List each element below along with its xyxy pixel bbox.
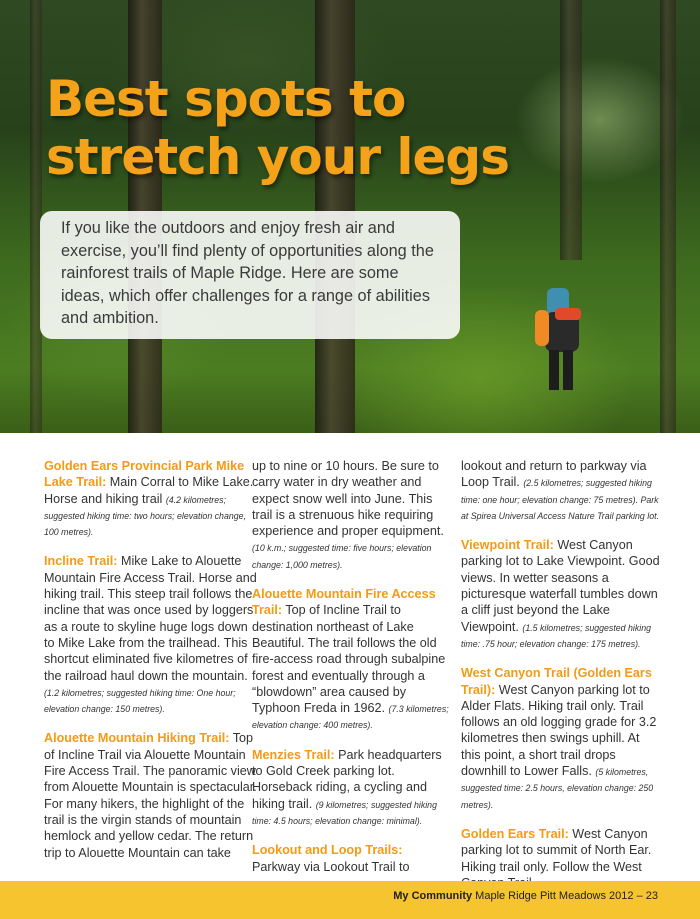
footer-publication: My Community	[393, 890, 473, 902]
trail-heading: Incline Trail:	[44, 554, 118, 569]
tree-trunk	[660, 0, 676, 433]
trail-description: Mike Lake to Alouette Mountain Fire Acce…	[44, 554, 257, 683]
trail-description: Top of Incline Trail via Alouette Mounta…	[44, 731, 257, 860]
trail-heading: Menzies Trail:	[252, 747, 335, 762]
trail-entry: lookout and return to parkway via Loop T…	[461, 458, 661, 523]
footer-page-info: Maple Ridge Pitt Meadows 2012 – 23	[472, 890, 658, 902]
trail-entry: Alouette Mountain Fire Access Trail: Top…	[252, 586, 452, 733]
hiker-illustration	[535, 288, 581, 390]
trail-entry: Alouette Mountain Hiking Trail: Top of I…	[44, 730, 258, 860]
trail-entry: Viewpoint Trail: West Canyon parking lot…	[461, 537, 661, 651]
title-line-1: Best spots to	[46, 70, 406, 128]
page-footer: My Community Maple Ridge Pitt Meadows 20…	[0, 881, 700, 919]
trail-details: (10 k.m.; suggested time: five hours; el…	[252, 543, 432, 570]
trail-description: Top of Incline Trail to destination nort…	[252, 603, 446, 716]
trail-entry: Menzies Trail: Park headquarters to Gold…	[252, 747, 452, 828]
trail-heading: Golden Ears Trail:	[461, 826, 569, 841]
trail-description: up to nine or 10 hours. Be sure to carry…	[252, 459, 444, 539]
page-title: Best spots to stretch your legs	[46, 70, 510, 186]
trail-description: West Canyon parking lot to Lake Viewpoin…	[461, 538, 660, 634]
trail-entry: Golden Ears Provincial Park Mike Lake Tr…	[44, 458, 258, 539]
footer-text: My Community Maple Ridge Pitt Meadows 20…	[393, 890, 658, 902]
article-column-1: Golden Ears Provincial Park Mike Lake Tr…	[44, 458, 258, 875]
intro-box: If you like the outdoors and enjoy fresh…	[40, 211, 460, 339]
trail-heading: Viewpoint Trail:	[461, 538, 554, 553]
title-line-2: stretch your legs	[46, 128, 510, 186]
trail-entry: Incline Trail: Mike Lake to Alouette Mou…	[44, 553, 258, 716]
tree-trunk	[30, 0, 42, 433]
trail-heading: Alouette Mountain Hiking Trail:	[44, 731, 230, 746]
intro-text: If you like the outdoors and enjoy fresh…	[61, 219, 434, 328]
trail-description: Parkway via Lookout Trail to	[252, 859, 410, 874]
hero-photo: Best spots to stretch your legs If you l…	[0, 0, 700, 433]
trail-details: (1.2 kilometres; suggested hiking time: …	[44, 687, 236, 715]
article-column-3: lookout and return to parkway via Loop T…	[461, 458, 661, 905]
trail-entry: West Canyon Trail (Golden Ears Trail): W…	[461, 665, 661, 812]
trail-entry: up to nine or 10 hours. Be sure to carry…	[252, 458, 452, 572]
trail-entry: Lookout and Loop Trails: Parkway via Loo…	[252, 842, 452, 875]
article-column-2: up to nine or 10 hours. Be sure to carry…	[252, 458, 452, 889]
trail-heading: Lookout and Loop Trails:	[252, 843, 403, 858]
tree-trunk	[560, 0, 582, 260]
